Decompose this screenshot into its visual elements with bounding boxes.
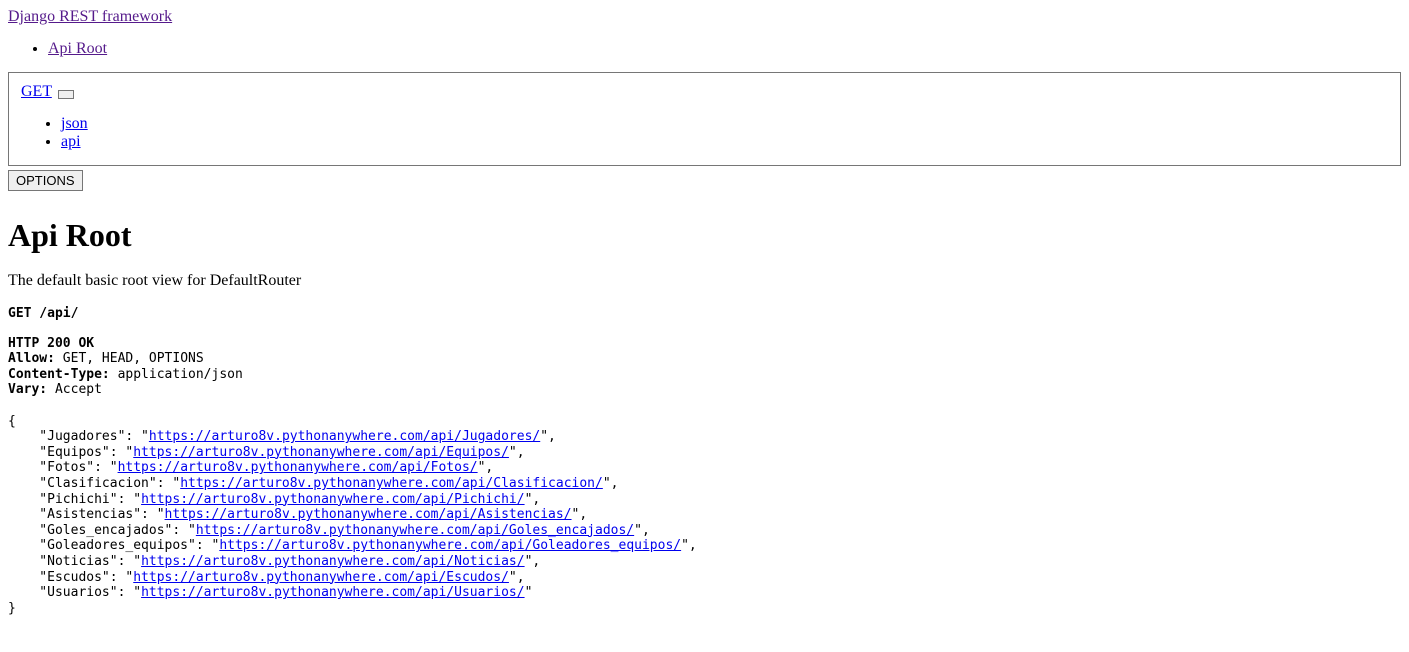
breadcrumb-item: Api Root (48, 40, 1401, 58)
format-item: json (61, 115, 1388, 133)
response-block: HTTP 200 OK Allow: GET, HEAD, OPTIONS Co… (8, 336, 1401, 617)
content-type-value: application/json (110, 367, 243, 382)
endpoint-link[interactable]: https://arturo8v.pythonanywhere.com/api/… (133, 445, 509, 460)
endpoint-link[interactable]: https://arturo8v.pythonanywhere.com/api/… (219, 538, 681, 553)
endpoint-link[interactable]: https://arturo8v.pythonanywhere.com/api/… (165, 507, 572, 522)
endpoint-link[interactable]: https://arturo8v.pythonanywhere.com/api/… (149, 429, 540, 444)
endpoint-link[interactable]: https://arturo8v.pythonanywhere.com/api/… (196, 523, 634, 538)
page-description: The default basic root view for DefaultR… (8, 272, 1401, 290)
format-json-link[interactable]: json (61, 115, 88, 132)
breadcrumb: Api Root (8, 40, 1401, 58)
vary-label: Vary: (8, 382, 47, 397)
breadcrumb-link[interactable]: Api Root (48, 40, 107, 57)
format-list: json api (21, 115, 1388, 151)
options-button[interactable]: OPTIONS (8, 170, 83, 191)
endpoint-link[interactable]: https://arturo8v.pythonanywhere.com/api/… (141, 554, 525, 569)
endpoint-link[interactable]: https://arturo8v.pythonanywhere.com/api/… (141, 492, 525, 507)
get-button[interactable]: GET (21, 83, 52, 100)
endpoint-link[interactable]: https://arturo8v.pythonanywhere.com/api/… (141, 585, 525, 600)
get-panel: GET json api (8, 72, 1401, 166)
request-text: GET /api/ (8, 306, 78, 321)
page-title: Api Root (8, 217, 1401, 254)
endpoint-link[interactable]: https://arturo8v.pythonanywhere.com/api/… (180, 476, 603, 491)
get-dropdown-icon[interactable] (58, 90, 74, 99)
allow-label: Allow: (8, 351, 55, 366)
content-type-label: Content-Type: (8, 367, 110, 382)
response-body: { "Jugadores": "https://arturo8v.pythona… (8, 414, 697, 616)
endpoint-link[interactable]: https://arturo8v.pythonanywhere.com/api/… (133, 570, 509, 585)
status-line: HTTP 200 OK (8, 336, 94, 351)
request-line: GET /api/ (8, 306, 1401, 322)
allow-value: GET, HEAD, OPTIONS (55, 351, 204, 366)
brand-link[interactable]: Django REST framework (8, 8, 172, 25)
endpoint-link[interactable]: https://arturo8v.pythonanywhere.com/api/… (118, 460, 478, 475)
vary-value: Accept (47, 382, 102, 397)
format-item: api (61, 133, 1388, 151)
format-api-link[interactable]: api (61, 133, 81, 150)
